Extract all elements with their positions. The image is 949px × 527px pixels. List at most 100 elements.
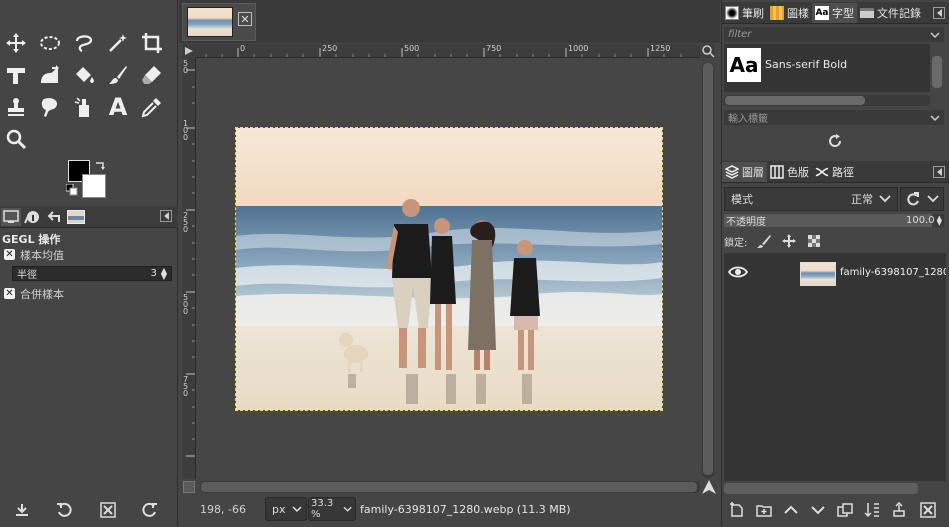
ellipse-select-tool-icon[interactable] [35, 28, 65, 58]
raise-layer-icon[interactable] [781, 501, 801, 519]
layers-list[interactable]: family-6398107_1280.webp [724, 253, 946, 481]
opacity-slider[interactable]: 不透明度 100.0 ▲ ▼ [724, 214, 944, 228]
tab-brushes[interactable]: 筆刷 [722, 3, 767, 23]
horizontal-scrollbar-thumb[interactable] [201, 482, 697, 492]
font-name[interactable]: Sans-serif Bold [765, 58, 847, 71]
vertical-scrollbar-thumb[interactable] [703, 63, 713, 475]
bucket-fill-tool-icon[interactable] [69, 60, 99, 90]
layers-dock-menu-icon[interactable] [933, 166, 945, 178]
color-picker-tool-icon[interactable] [137, 92, 167, 122]
default-colors-icon[interactable] [66, 184, 78, 196]
undo-history-tab-icon[interactable] [44, 208, 64, 226]
images-tab-icon[interactable] [66, 208, 86, 226]
smudge-tool-icon[interactable] [35, 92, 65, 122]
brush-icon [725, 5, 739, 20]
navigate-image-icon[interactable] [701, 479, 717, 495]
tab-document-history[interactable]: 文件記錄 [857, 3, 924, 23]
ruler-label: 1 0 0 [183, 119, 189, 142]
horizontal-scrollbar[interactable] [200, 481, 700, 493]
mode-label: 模式 [731, 193, 753, 206]
layer-thumbnail [800, 262, 836, 286]
crop-tool-icon[interactable] [137, 28, 167, 58]
image-tab[interactable]: ✕ [182, 3, 256, 41]
new-layer-group-icon[interactable] [754, 501, 774, 519]
font-list-hscrollbar[interactable] [724, 95, 930, 106]
quick-mask-toggle[interactable] [183, 481, 195, 493]
free-select-tool-icon[interactable] [69, 28, 99, 58]
warp-transform-tool-icon[interactable] [35, 60, 65, 90]
fuzzy-select-tool-icon[interactable] [103, 28, 133, 58]
paintbrush-tool-icon[interactable] [103, 60, 133, 90]
tab-patterns[interactable]: 圖樣 [767, 3, 812, 23]
font-filter-input[interactable]: filter [724, 27, 944, 42]
ruler-corner-button[interactable] [182, 44, 196, 58]
radius-value: 3 [150, 268, 157, 279]
spin-arrows-icon[interactable]: ▲ ▼ [937, 214, 942, 226]
ruler-label: 1000 [568, 44, 589, 53]
clone-tool-icon[interactable] [1, 92, 31, 122]
mode-value: 正常 [851, 193, 873, 206]
vertical-ruler[interactable]: 5 0 1 0 0 2 5 0 5 0 0 7 5 0 [182, 58, 196, 479]
resources-dock-menu-icon[interactable] [933, 7, 945, 19]
font-list-hscrollbar-thumb[interactable] [725, 96, 865, 105]
refresh-fonts-icon[interactable] [827, 133, 843, 149]
tool-options-tabs [0, 206, 178, 228]
device-status-tab-icon[interactable] [22, 208, 42, 226]
delete-tool-preset-icon[interactable] [98, 501, 118, 519]
delete-layer-icon[interactable] [918, 501, 938, 519]
close-image-tab-icon[interactable]: ✕ [238, 12, 252, 26]
tab-layers[interactable]: 圖層 [722, 161, 767, 182]
font-icon: Aa [815, 5, 829, 20]
image-canvas-photo[interactable] [235, 127, 663, 411]
document-history-icon [860, 7, 874, 18]
pointer-coordinates: 198, -66 [200, 503, 246, 516]
reset-tool-options-icon[interactable] [140, 501, 160, 519]
tool-options-tab-icon[interactable] [1, 208, 21, 226]
font-list-scrollbar[interactable] [932, 56, 942, 88]
layer-row[interactable]: family-6398107_1280.webp [724, 257, 946, 289]
swap-colors-icon[interactable] [94, 160, 106, 172]
ruler-label: 2 5 0 [183, 211, 189, 234]
lock-pixels-icon[interactable] [756, 233, 772, 249]
layer-mask-icon[interactable] [889, 501, 909, 519]
merge-layer-icon[interactable] [862, 501, 882, 519]
horizontal-ruler[interactable]: 0 250 500 750 1000 1250 [196, 44, 700, 58]
tag-input[interactable]: 輸入標籤 [724, 110, 944, 125]
tab-paths[interactable]: 路徑 [812, 162, 857, 182]
lock-position-icon[interactable] [781, 233, 797, 249]
chevron-down-icon [930, 31, 940, 38]
layer-name[interactable]: family-6398107_1280.webp [840, 267, 946, 278]
zoom-dropdown[interactable]: 33.3 % [308, 497, 356, 521]
radius-spinbox[interactable]: 半徑 3 ▲ ▼ [12, 266, 172, 281]
text-tool-icon[interactable]: A [103, 92, 133, 122]
sample-merged-option[interactable]: ✕ 合併樣本 [4, 285, 174, 302]
move-tool-icon[interactable] [1, 28, 31, 58]
composite-mode-button[interactable] [900, 187, 944, 211]
lower-layer-icon[interactable] [808, 501, 828, 519]
channels-icon [770, 164, 784, 179]
font-list[interactable]: Aa Sans-serif Bold [724, 44, 930, 92]
layer-mode-dropdown[interactable]: 模式 正常 [724, 187, 898, 211]
restore-tool-preset-icon[interactable] [54, 501, 74, 519]
eye-visibility-icon[interactable] [728, 265, 748, 279]
vertical-scrollbar[interactable] [702, 62, 714, 478]
eraser-tool-icon[interactable] [137, 60, 167, 90]
new-layer-icon[interactable] [727, 501, 747, 519]
unified-transform-tool-icon[interactable] [1, 60, 31, 90]
unit-dropdown[interactable]: px [265, 497, 307, 521]
tool-options-menu-icon[interactable] [160, 210, 172, 222]
background-color-swatch[interactable] [82, 174, 106, 198]
duplicate-layer-icon[interactable] [835, 501, 855, 519]
save-tool-preset-icon[interactable] [12, 501, 32, 519]
tab-channels[interactable]: 色版 [767, 162, 812, 182]
sample-merged-checkbox[interactable]: ✕ [4, 288, 15, 299]
tab-fonts[interactable]: Aa 字型 [812, 2, 857, 23]
layers-hscrollbar[interactable] [724, 483, 918, 494]
spin-arrows-icon[interactable]: ▲ ▼ [161, 266, 167, 280]
dodge-burn-tool-icon[interactable] [69, 92, 99, 122]
sample-average-checkbox[interactable]: ✕ [4, 249, 15, 260]
zoom-image-when-window-resizes-icon[interactable] [701, 44, 715, 58]
sample-average-option[interactable]: ✕ 樣本均值 [4, 246, 174, 263]
zoom-tool-icon[interactable] [1, 124, 31, 154]
lock-alpha-icon[interactable] [806, 233, 822, 249]
